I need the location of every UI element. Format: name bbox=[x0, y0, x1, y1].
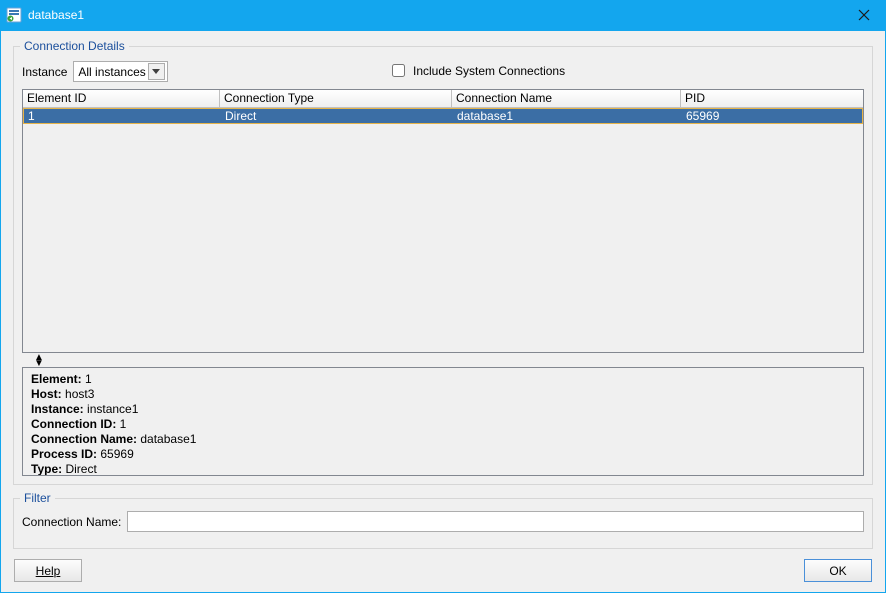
col-connection-name[interactable]: Connection Name bbox=[452, 90, 681, 107]
connection-details-legend: Connection Details bbox=[20, 39, 129, 53]
connections-table: Element ID Connection Type Connection Na… bbox=[22, 89, 864, 353]
ok-button[interactable]: OK bbox=[804, 559, 872, 582]
cell-element-id: 1 bbox=[24, 109, 221, 123]
client-area: Connection Details Instance All instance… bbox=[0, 30, 886, 593]
instance-combobox[interactable]: All instances bbox=[73, 61, 167, 82]
details-panel: Element: 1 Host: host3 Instance: instanc… bbox=[22, 367, 864, 476]
app-icon bbox=[6, 7, 22, 23]
detail-instance: Instance: instance1 bbox=[31, 402, 855, 417]
include-system-label: Include System Connections bbox=[413, 64, 565, 78]
include-system-row: Include System Connections bbox=[388, 61, 565, 80]
filter-connection-name-label: Connection Name: bbox=[22, 515, 121, 529]
table-header: Element ID Connection Type Connection Na… bbox=[23, 90, 863, 108]
detail-process-id: Process ID: 65969 bbox=[31, 447, 855, 462]
help-button-label: Help bbox=[36, 564, 61, 578]
detail-splitter[interactable]: ▲ ▼ bbox=[34, 355, 43, 367]
instance-combobox-value: All instances bbox=[78, 65, 147, 79]
filter-connection-name-input[interactable] bbox=[127, 511, 864, 532]
detail-element: Element: 1 bbox=[31, 372, 855, 387]
col-element-id[interactable]: Element ID bbox=[23, 90, 220, 107]
filter-legend: Filter bbox=[20, 491, 55, 505]
cell-connection-type: Direct bbox=[221, 109, 453, 123]
close-icon bbox=[858, 9, 870, 21]
table-row[interactable]: 1 Direct database1 65969 bbox=[23, 108, 863, 124]
close-button[interactable] bbox=[841, 0, 886, 30]
detail-host: Host: host3 bbox=[31, 387, 855, 402]
cell-connection-name: database1 bbox=[453, 109, 682, 123]
table-body: 1 Direct database1 65969 bbox=[23, 108, 863, 124]
instance-label: Instance bbox=[22, 65, 67, 79]
titlebar[interactable]: database1 bbox=[0, 0, 886, 30]
include-system-checkbox[interactable] bbox=[392, 64, 405, 77]
chevron-down-icon bbox=[148, 63, 165, 80]
col-connection-type[interactable]: Connection Type bbox=[220, 90, 452, 107]
connection-details-group: Connection Details Instance All instance… bbox=[13, 39, 873, 485]
detail-connection-id: Connection ID: 1 bbox=[31, 417, 855, 432]
filter-group: Filter Connection Name: bbox=[13, 491, 873, 549]
detail-type: Type: Direct bbox=[31, 462, 855, 476]
detail-connection-name: Connection Name: database1 bbox=[31, 432, 855, 447]
col-pid[interactable]: PID bbox=[681, 90, 863, 107]
ok-button-label: OK bbox=[829, 564, 846, 578]
cell-pid: 65969 bbox=[682, 109, 864, 123]
window-title: database1 bbox=[28, 8, 84, 22]
help-button[interactable]: Help bbox=[14, 559, 82, 582]
